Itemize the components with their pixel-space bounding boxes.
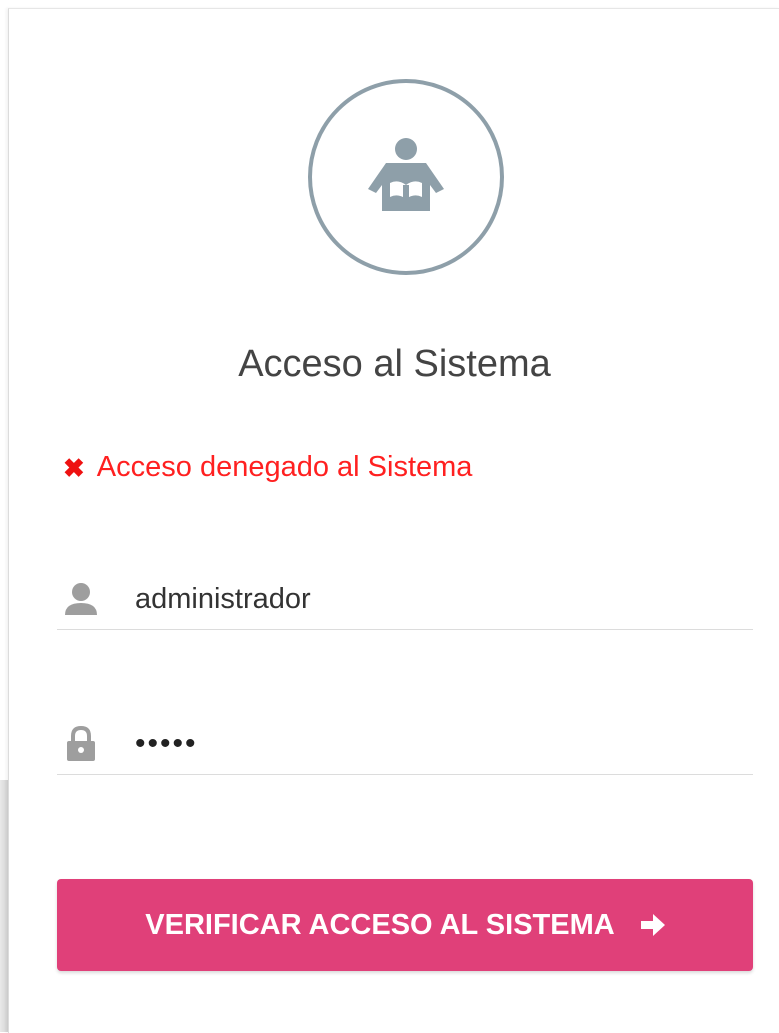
page-title: Acceso al Sistema: [238, 343, 551, 385]
close-icon: ✖: [63, 452, 85, 483]
avatar: [308, 79, 504, 275]
user-icon: [61, 579, 101, 619]
error-text: Acceso denegado al Sistema: [96, 451, 473, 483]
background-shadow: [0, 780, 8, 1032]
password-input[interactable]: •••••: [135, 727, 695, 761]
lock-icon: [61, 724, 101, 764]
arrow-right-icon: [640, 914, 665, 936]
username-input[interactable]: [135, 582, 695, 616]
password-field: •••••: [57, 714, 753, 775]
username-field: [57, 569, 753, 630]
submit-label: VERIFICAR ACCESO AL SISTEMA: [145, 908, 615, 941]
login-card: Acceso al Sistema ✖ Acceso denegado al S…: [8, 8, 779, 1033]
reader-icon: [368, 138, 444, 211]
error-message: ✖ Acceso denegado al Sistema: [63, 451, 472, 484]
submit-button[interactable]: VERIFICAR ACCESO AL SISTEMA: [57, 879, 753, 971]
